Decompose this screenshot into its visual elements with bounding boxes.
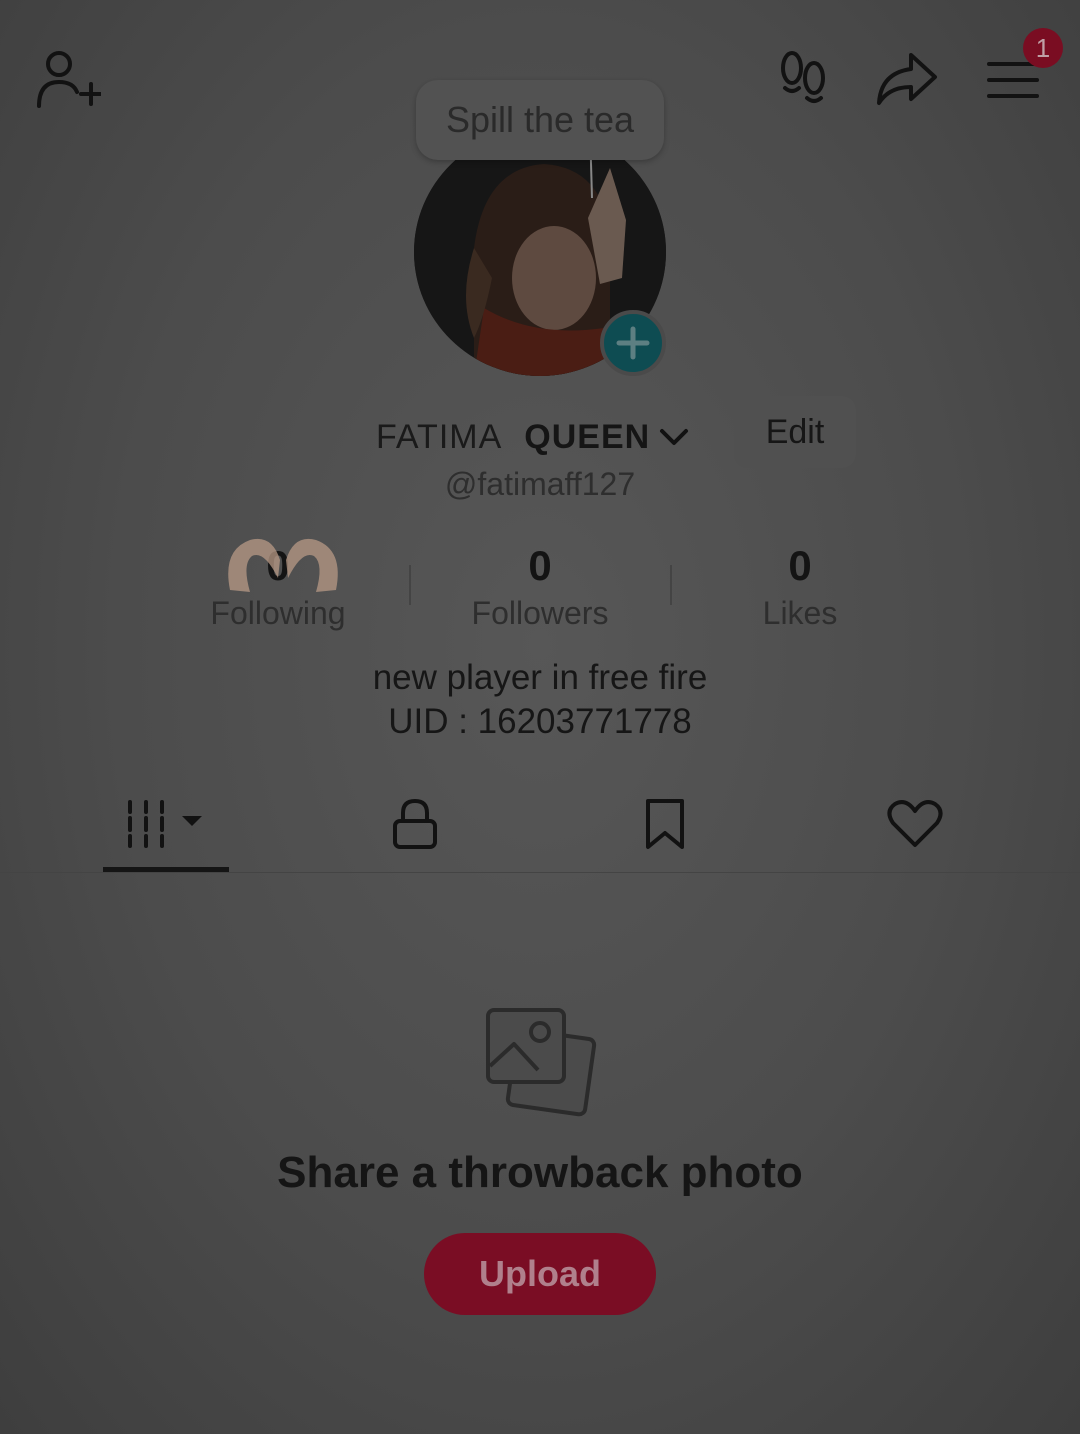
stat-divider bbox=[409, 565, 411, 605]
bio-line-1: new player in free fire bbox=[372, 658, 708, 697]
tab-divider bbox=[0, 872, 1080, 873]
add-avatar-button[interactable] bbox=[600, 310, 666, 376]
heart-hands-icon bbox=[228, 538, 338, 592]
bio-line-2: UID : 16203771778 bbox=[388, 702, 692, 741]
tab-saved[interactable] bbox=[602, 786, 728, 862]
tab-videos[interactable] bbox=[103, 786, 229, 862]
photo-stack-icon bbox=[486, 1008, 597, 1117]
plus-icon bbox=[616, 326, 650, 360]
add-friend-icon[interactable] bbox=[30, 44, 106, 114]
display-name-first: FATIMA bbox=[376, 417, 503, 456]
stat-followers[interactable]: 0 Followers bbox=[420, 541, 660, 633]
heart-icon bbox=[887, 800, 943, 847]
stat-label: Followers bbox=[471, 595, 609, 631]
stat-value: 0 bbox=[528, 542, 552, 589]
display-name-second: QUEEN bbox=[524, 417, 651, 456]
notification-badge: 1 bbox=[1023, 28, 1063, 68]
bookmark-icon bbox=[646, 799, 684, 849]
chevron-down-icon bbox=[660, 429, 689, 445]
videos-grid-icon bbox=[128, 800, 202, 848]
tab-private[interactable] bbox=[352, 786, 478, 862]
tab-liked[interactable] bbox=[852, 786, 978, 862]
edit-profile-button[interactable]: Edit bbox=[734, 396, 856, 468]
upload-button[interactable]: Upload bbox=[424, 1233, 656, 1315]
stat-divider bbox=[670, 565, 672, 605]
stat-likes[interactable]: 0 Likes bbox=[680, 541, 920, 633]
lock-icon bbox=[393, 798, 437, 849]
display-name-row[interactable]: FATIMA QUEEN bbox=[376, 412, 690, 462]
profile-screen: 1 Spill the tea FATIMA QUEEN Edit @fatim… bbox=[0, 0, 1080, 1434]
empty-state-title: Share a throwback photo bbox=[277, 1148, 803, 1197]
stat-value: 0 bbox=[788, 542, 812, 589]
footprints-icon[interactable] bbox=[770, 46, 836, 112]
tooltip-bubble[interactable]: Spill the tea bbox=[416, 80, 664, 160]
share-icon[interactable] bbox=[870, 46, 944, 112]
username: @fatimaff127 bbox=[444, 466, 636, 502]
stat-label: Likes bbox=[762, 595, 838, 631]
